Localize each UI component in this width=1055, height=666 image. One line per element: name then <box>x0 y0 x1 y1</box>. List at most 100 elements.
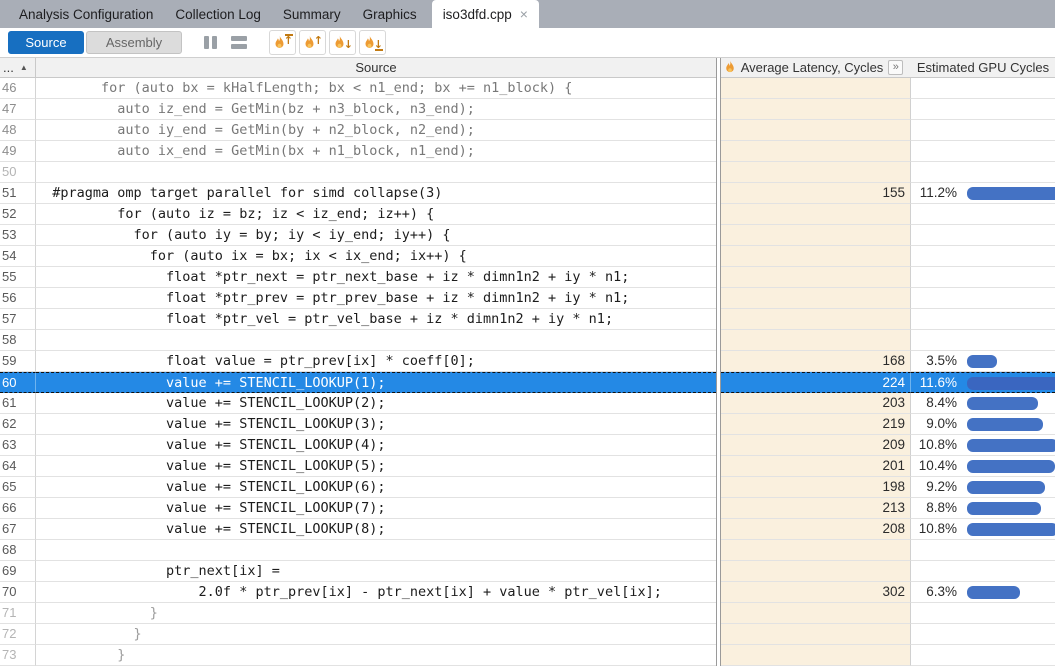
latency-cell <box>716 288 911 309</box>
table-row[interactable]: 54 for (auto ix = bx; ix < ix_end; ix++)… <box>0 246 1055 267</box>
source-cell: } <box>36 624 716 645</box>
table-row[interactable]: 48 auto iy_end = GetMin(by + n2_block, n… <box>0 120 1055 141</box>
line-number: 72 <box>0 624 36 645</box>
latency-column-header[interactable]: Average Latency, Cycles » <box>716 58 911 77</box>
table-row[interactable]: 56 float *ptr_prev = ptr_prev_base + iz … <box>0 288 1055 309</box>
source-column-header[interactable]: Source <box>36 58 716 77</box>
latency-cell <box>716 162 911 183</box>
table-row[interactable]: 49 auto ix_end = GetMin(bx + n1_block, n… <box>0 141 1055 162</box>
line-number: 63 <box>0 435 36 456</box>
nav-first-hotspot[interactable]: ↑ <box>269 30 296 55</box>
gpu-bar <box>967 397 1038 410</box>
gpu-cell <box>911 330 1055 351</box>
arrow-icon: ↑ <box>314 35 323 46</box>
gpu-cell <box>911 99 1055 120</box>
line-number: 68 <box>0 540 36 561</box>
line-number: 52 <box>0 204 36 225</box>
table-row[interactable]: 59 float value = ptr_prev[ix] * coeff[0]… <box>0 351 1055 372</box>
table-row[interactable]: 57 float *ptr_vel = ptr_vel_base + iz * … <box>0 309 1055 330</box>
tab-graphics[interactable]: Graphics <box>352 0 428 28</box>
table-row[interactable]: 71 } <box>0 603 1055 624</box>
split-horizontal-icon[interactable] <box>231 36 247 49</box>
expand-column-button[interactable]: » <box>888 60 903 75</box>
gpu-cell <box>911 603 1055 624</box>
table-row[interactable]: 60 value += STENCIL_LOOKUP(1); 224 11.6% <box>0 372 1055 393</box>
line-number: 57 <box>0 309 36 330</box>
tab-label: Summary <box>283 7 341 22</box>
latency-cell: 224 <box>716 372 911 393</box>
line-number: 54 <box>0 246 36 267</box>
line-number: 73 <box>0 645 36 666</box>
gpu-cycles-column-header[interactable]: Estimated GPU Cycles <box>911 58 1055 77</box>
tab-collection-log[interactable]: Collection Log <box>164 0 272 28</box>
table-row[interactable]: 67 value += STENCIL_LOOKUP(8); 208 10.8% <box>0 519 1055 540</box>
table-row[interactable]: 65 value += STENCIL_LOOKUP(6); 198 9.2% <box>0 477 1055 498</box>
table-row[interactable]: 53 for (auto iy = by; iy < iy_end; iy++)… <box>0 225 1055 246</box>
table-row[interactable]: 55 float *ptr_next = ptr_next_base + iz … <box>0 267 1055 288</box>
tab-analysis-configuration[interactable]: Analysis Configuration <box>8 0 164 28</box>
gpu-percent: 9.0% <box>911 414 957 434</box>
line-number: 65 <box>0 477 36 498</box>
line-number: 70 <box>0 582 36 603</box>
tab-iso3dfd-cpp[interactable]: iso3dfd.cpp × <box>432 0 539 28</box>
gpu-bar <box>967 187 1055 200</box>
source-column-label: Source <box>355 60 396 75</box>
table-row[interactable]: 63 value += STENCIL_LOOKUP(4); 209 10.8% <box>0 435 1055 456</box>
latency-cell: 209 <box>716 435 911 456</box>
close-tab-icon[interactable]: × <box>520 7 528 21</box>
gpu-cell <box>911 645 1055 666</box>
grid-header: ... ▲ Source Average Latency, Cycles » E… <box>0 58 1055 78</box>
assembly-view-button[interactable]: Assembly <box>86 31 182 54</box>
table-row[interactable]: 47 auto iz_end = GetMin(bz + n3_block, n… <box>0 99 1055 120</box>
gpu-percent: 8.4% <box>911 393 957 413</box>
latency-cell: 198 <box>716 477 911 498</box>
gpu-percent: 3.5% <box>911 351 957 371</box>
line-number: 66 <box>0 498 36 519</box>
table-row[interactable]: 62 value += STENCIL_LOOKUP(3); 219 9.0% <box>0 414 1055 435</box>
source-cell: value += STENCIL_LOOKUP(1); <box>36 372 716 393</box>
table-row[interactable]: 51 #pragma omp target parallel for simd … <box>0 183 1055 204</box>
table-row[interactable]: 73 } <box>0 645 1055 666</box>
line-number: 62 <box>0 414 36 435</box>
source-cell: } <box>36 603 716 624</box>
source-code-line: float *ptr_prev = ptr_prev_base + iz * d… <box>36 288 716 308</box>
line-number-column-header[interactable]: ... ▲ <box>0 58 36 77</box>
table-row[interactable]: 50 <box>0 162 1055 183</box>
table-row[interactable]: 66 value += STENCIL_LOOKUP(7); 213 8.8% <box>0 498 1055 519</box>
latency-cell <box>716 603 911 624</box>
table-row[interactable]: 46 for (auto bx = kHalfLength; bx < n1_e… <box>0 78 1055 99</box>
table-row[interactable]: 72 } <box>0 624 1055 645</box>
source-code-line: auto iz_end = GetMin(bz + n3_block, n3_e… <box>36 99 716 119</box>
line-number: 60 <box>0 372 36 393</box>
flame-icon <box>724 60 736 75</box>
tab-label: Analysis Configuration <box>19 7 153 22</box>
source-cell: ptr_next[ix] = <box>36 561 716 582</box>
table-row[interactable]: 58 <box>0 330 1055 351</box>
table-row[interactable]: 70 2.0f * ptr_prev[ix] - ptr_next[ix] + … <box>0 582 1055 603</box>
source-code-line: } <box>36 645 716 665</box>
source-view-button[interactable]: Source <box>8 31 84 54</box>
line-column-label: ... <box>3 60 14 75</box>
table-row[interactable]: 69 ptr_next[ix] = <box>0 561 1055 582</box>
latency-cell <box>716 624 911 645</box>
tab-summary[interactable]: Summary <box>272 0 352 28</box>
gpu-percent: 6.3% <box>911 582 957 602</box>
source-cell <box>36 162 716 183</box>
table-row[interactable]: 52 for (auto iz = bz; iz < iz_end; iz++)… <box>0 204 1055 225</box>
source-cell: 2.0f * ptr_prev[ix] - ptr_next[ix] + val… <box>36 582 716 603</box>
latency-cell: 155 <box>716 183 911 204</box>
arrow-icon: ↓ <box>344 39 353 50</box>
nav-prev-hotspot[interactable]: ↑ <box>299 30 326 55</box>
gpu-column-label: Estimated GPU Cycles <box>917 60 1049 75</box>
split-vertical-icon[interactable] <box>204 36 217 49</box>
latency-column-label: Average Latency, Cycles <box>741 60 884 75</box>
table-row[interactable]: 61 value += STENCIL_LOOKUP(2); 203 8.4% <box>0 393 1055 414</box>
column-splitter[interactable] <box>716 58 721 666</box>
table-row[interactable]: 64 value += STENCIL_LOOKUP(5); 201 10.4% <box>0 456 1055 477</box>
source-code-line: for (auto iz = bz; iz < iz_end; iz++) { <box>36 204 716 224</box>
source-code-line: float *ptr_next = ptr_next_base + iz * d… <box>36 267 716 287</box>
table-row[interactable]: 68 <box>0 540 1055 561</box>
nav-next-hotspot[interactable]: ↓ <box>329 30 356 55</box>
latency-cell <box>716 204 911 225</box>
nav-last-hotspot[interactable]: ↓ <box>359 30 386 55</box>
